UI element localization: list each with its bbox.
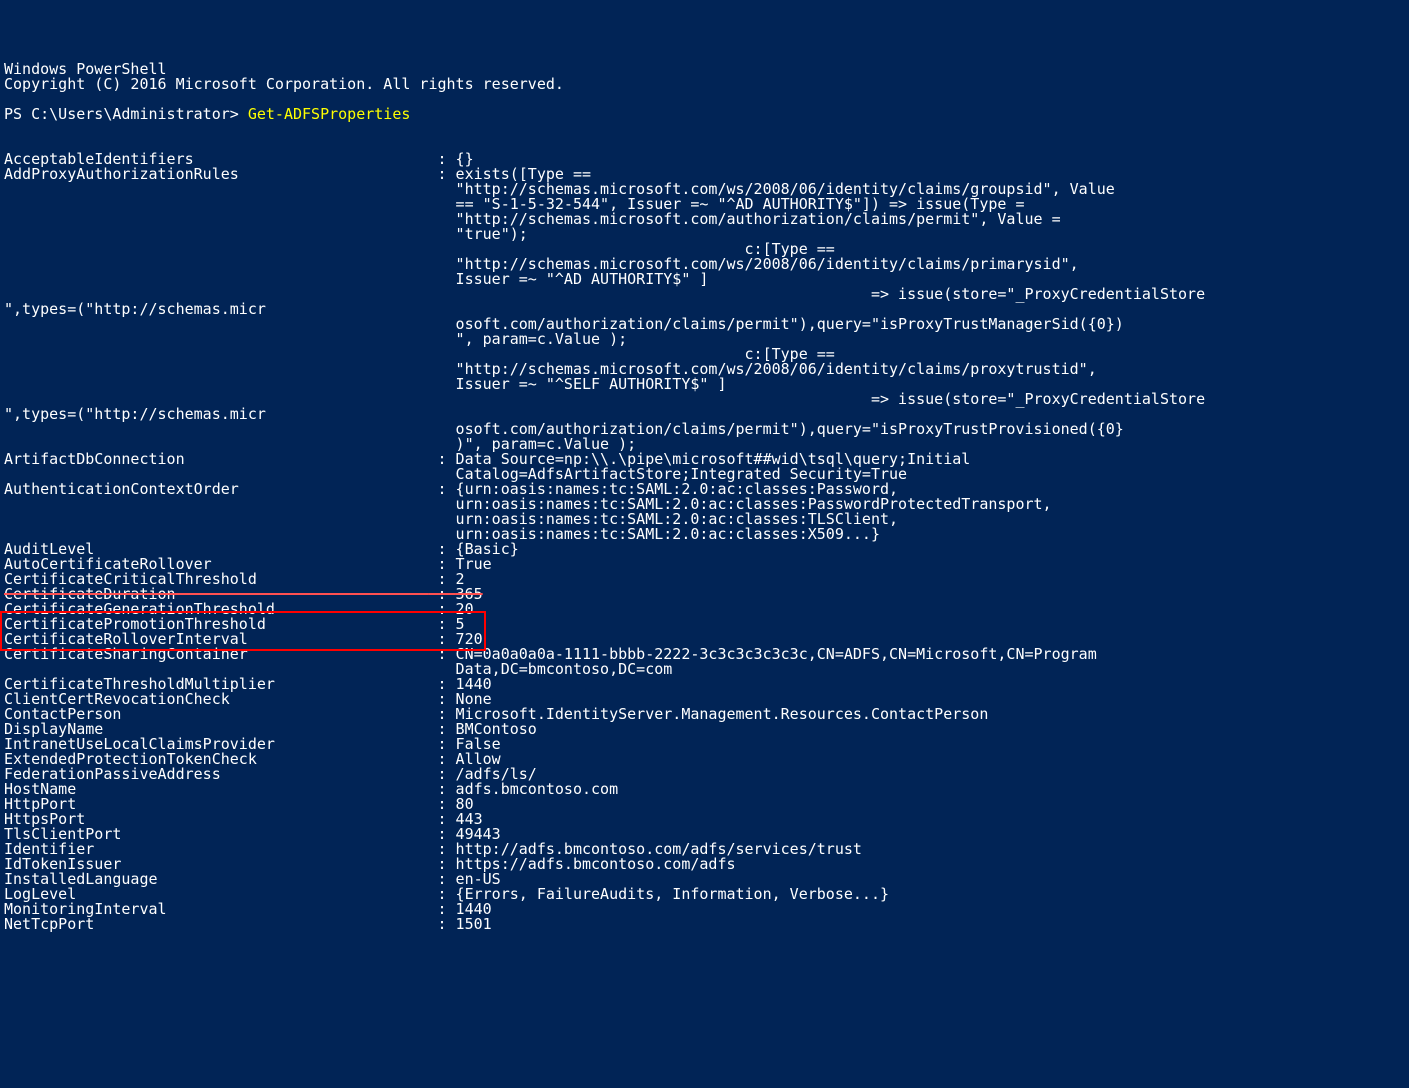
prop-value: 1501 — [456, 915, 492, 933]
prompt: PS C:\Users\Administrator> — [4, 105, 248, 123]
prop-value: {Errors, FailureAudits, Information, Ver… — [456, 885, 889, 903]
prop-value: adfs.bmcontoso.com — [456, 780, 619, 798]
prop-value: "http://schemas.microsoft.com/authorizat… — [456, 210, 1061, 228]
prop-key: NetTcpPort — [4, 915, 428, 933]
prop-value: => issue(store="_ProxyCredentialStore — [456, 390, 1206, 408]
command: Get-ADFSProperties — [248, 105, 411, 123]
prop-value: urn:oasis:names:tc:SAML:2.0:ac:classes:X… — [456, 525, 880, 543]
copyright: Copyright (C) 2016 Microsoft Corporation… — [4, 75, 564, 93]
prop-value: => issue(store="_ProxyCredentialStore — [456, 285, 1206, 303]
terminal-output[interactable]: Windows PowerShell Copyright (C) 2016 Mi… — [4, 62, 1405, 932]
